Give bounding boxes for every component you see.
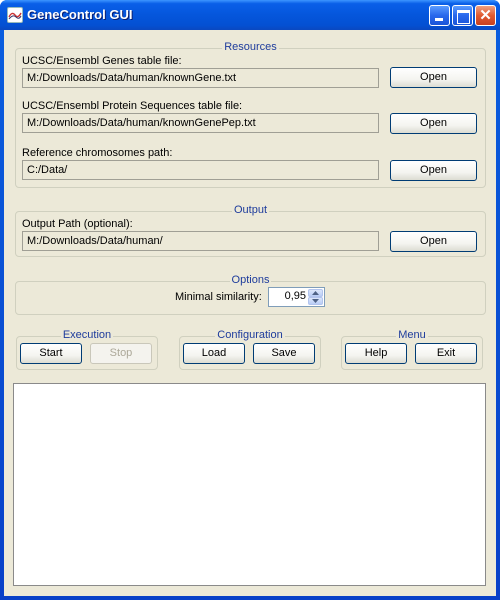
app-window: GeneControl GUI ✕ Resources UCSC/Ensembl… bbox=[0, 0, 500, 600]
spinner-down-button[interactable] bbox=[308, 297, 323, 305]
output-group-title: Output bbox=[231, 204, 270, 216]
minimal-similarity-label: Minimal similarity: bbox=[175, 291, 262, 303]
execution-group-title: Execution bbox=[60, 329, 114, 341]
output-path-field[interactable]: M:/Downloads/Data/human/ bbox=[22, 231, 379, 251]
protein-open-button[interactable]: Open bbox=[390, 113, 477, 134]
protein-table-label: UCSC/Ensembl Protein Sequences table fil… bbox=[22, 100, 243, 112]
genes-open-button[interactable]: Open bbox=[390, 67, 477, 88]
window-client-area: Resources UCSC/Ensembl Genes table file:… bbox=[4, 30, 496, 596]
output-open-button[interactable]: Open bbox=[390, 231, 477, 252]
genes-table-label: UCSC/Ensembl Genes table file: bbox=[22, 55, 182, 67]
genes-table-field[interactable]: M:/Downloads/Data/human/knownGene.txt bbox=[22, 68, 379, 88]
minimize-button[interactable] bbox=[429, 5, 450, 26]
title-bar[interactable]: GeneControl GUI ✕ bbox=[0, 0, 500, 30]
chromosomes-open-button[interactable]: Open bbox=[390, 160, 477, 181]
resources-group-title: Resources bbox=[222, 41, 279, 53]
load-button[interactable]: Load bbox=[183, 343, 245, 364]
help-button[interactable]: Help bbox=[345, 343, 407, 364]
close-icon: ✕ bbox=[479, 7, 492, 24]
app-logo-icon bbox=[7, 7, 23, 23]
minimal-similarity-spinner[interactable]: 0,95 bbox=[268, 287, 325, 307]
close-button[interactable]: ✕ bbox=[475, 5, 496, 26]
window-title: GeneControl GUI bbox=[27, 7, 133, 22]
spinner-up-button[interactable] bbox=[308, 289, 323, 297]
exit-button[interactable]: Exit bbox=[415, 343, 477, 364]
protein-table-field[interactable]: M:/Downloads/Data/human/knownGenePep.txt bbox=[22, 113, 379, 133]
chromosomes-path-field[interactable]: C:/Data/ bbox=[22, 160, 379, 180]
minimal-similarity-value[interactable]: 0,95 bbox=[285, 290, 306, 302]
stop-button[interactable]: Stop bbox=[90, 343, 152, 364]
chromosomes-path-label: Reference chromosomes path: bbox=[22, 147, 173, 159]
output-path-label: Output Path (optional): bbox=[22, 218, 133, 230]
save-button[interactable]: Save bbox=[253, 343, 315, 364]
maximize-button[interactable] bbox=[452, 5, 473, 26]
menu-group-title: Menu bbox=[396, 329, 428, 341]
options-group-title: Options bbox=[229, 274, 272, 286]
log-output-area[interactable] bbox=[13, 383, 486, 586]
configuration-group-title: Configuration bbox=[215, 329, 285, 341]
start-button[interactable]: Start bbox=[20, 343, 82, 364]
chevron-up-icon bbox=[312, 291, 319, 295]
chevron-down-icon bbox=[312, 299, 319, 303]
